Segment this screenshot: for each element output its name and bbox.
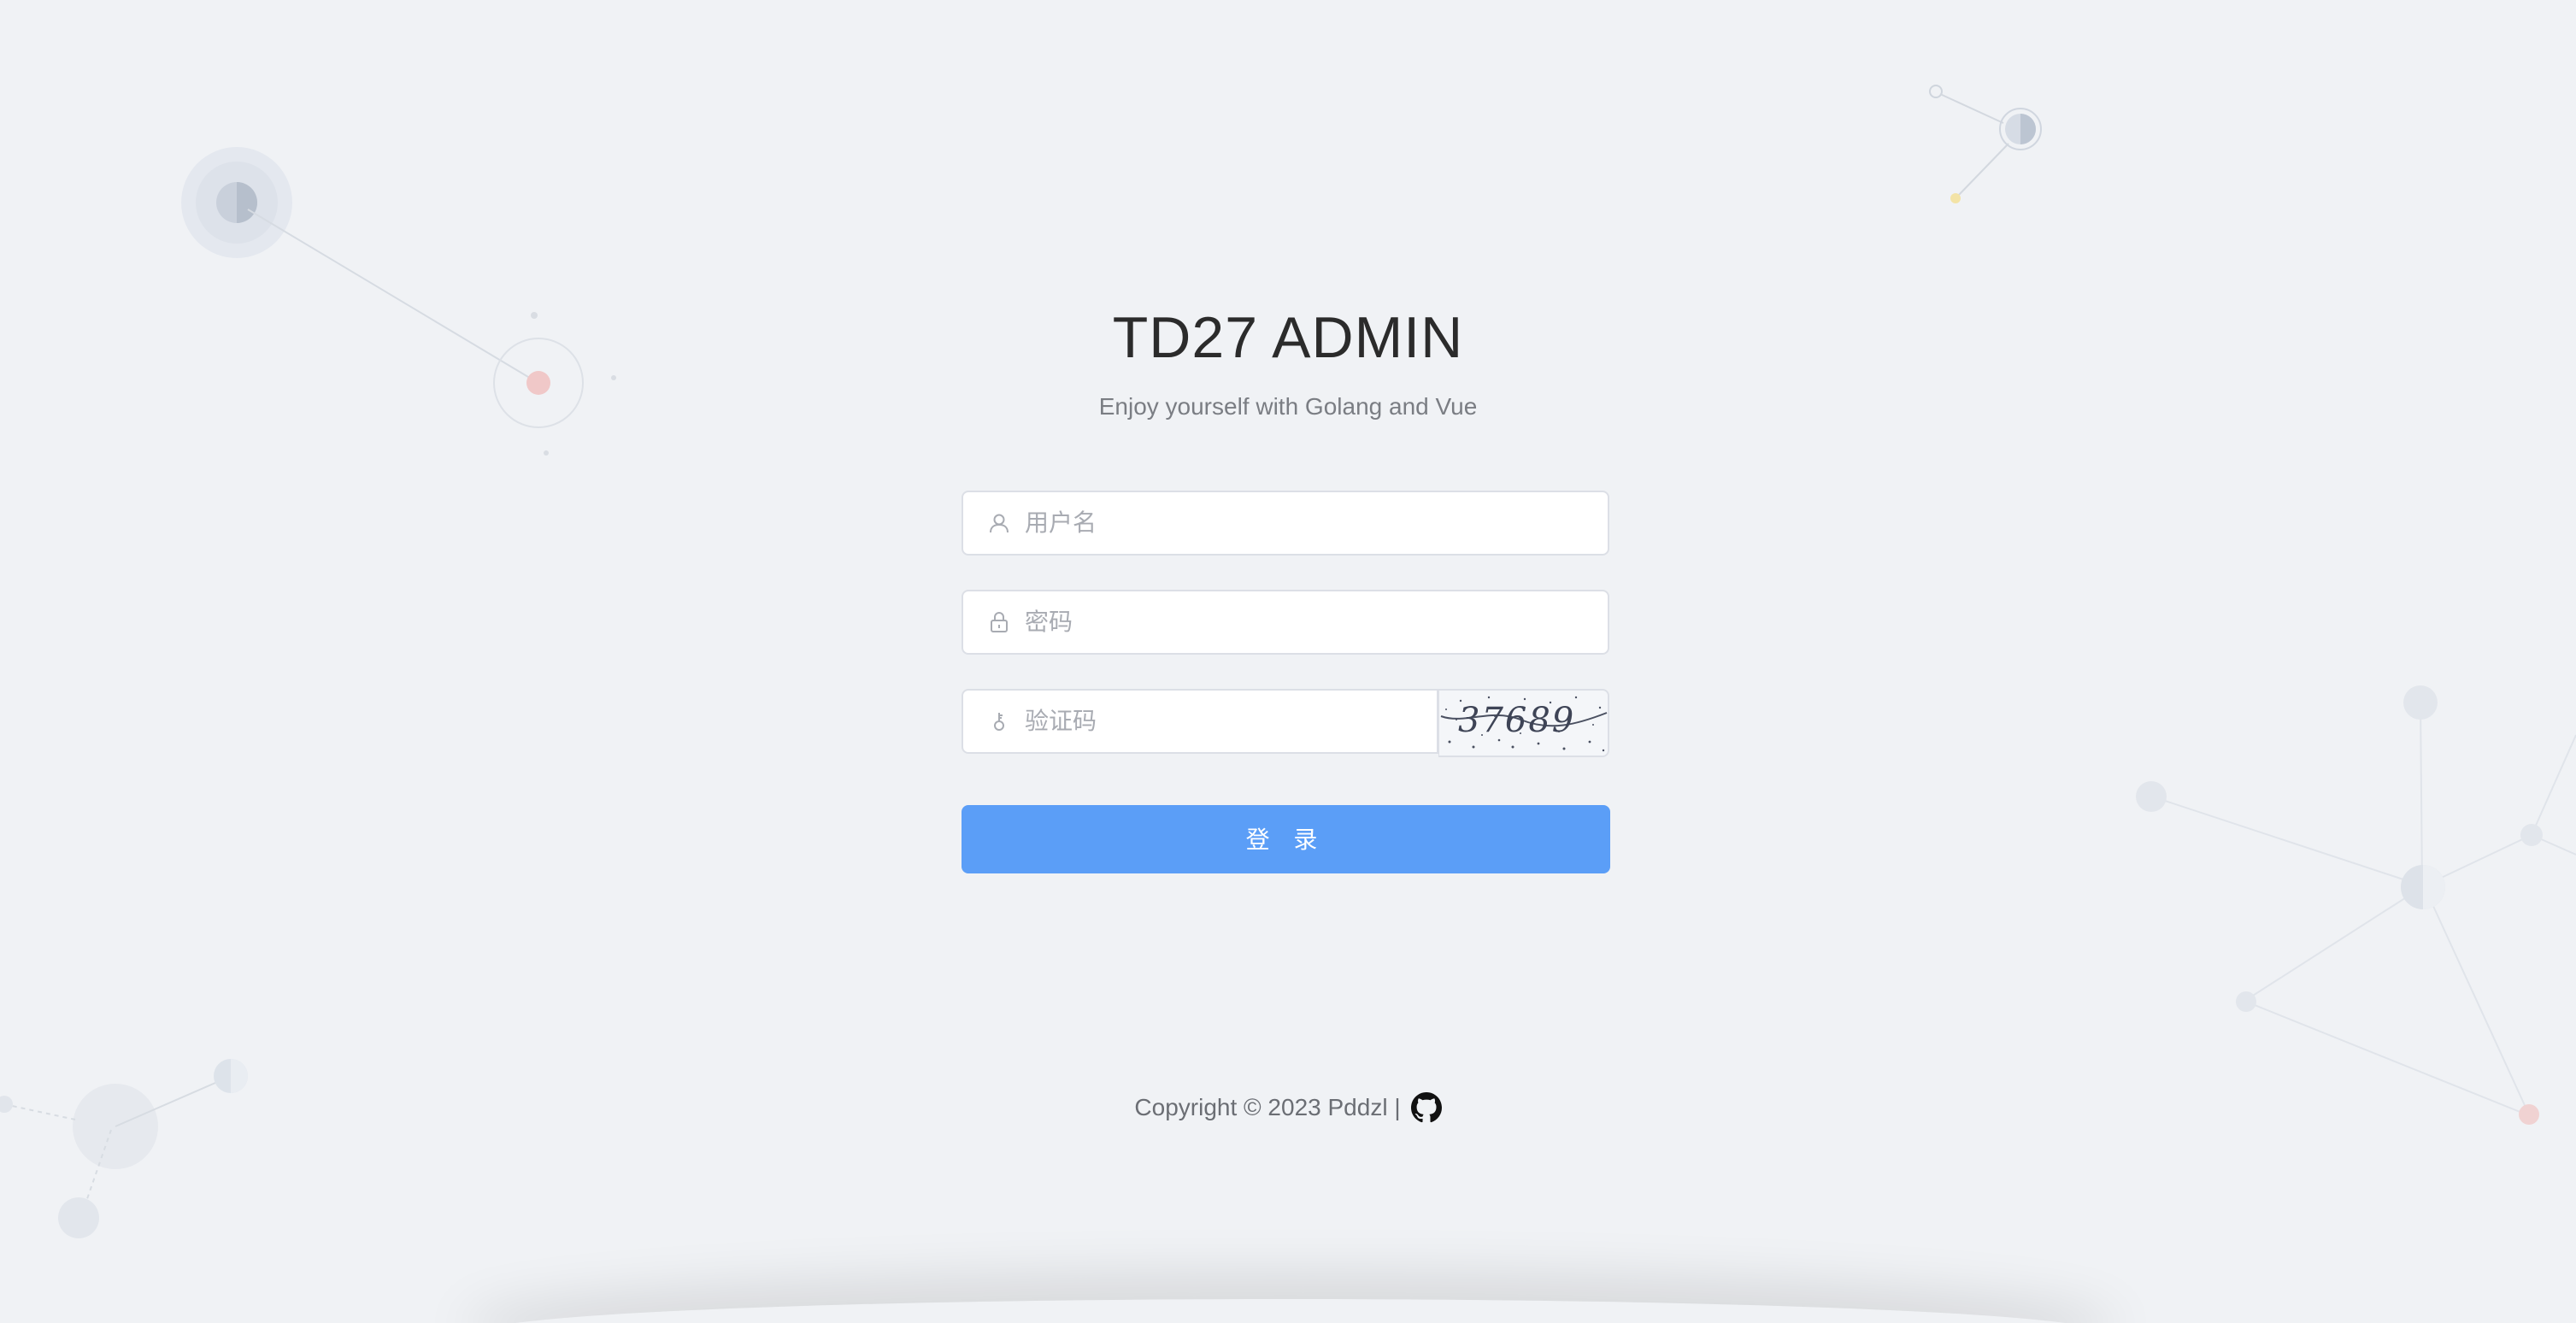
footer: Copyright © 2023 Pddzl | [0,1092,2576,1123]
password-input[interactable] [1023,591,1608,654]
molecule-bottom-left [0,1059,248,1238]
captcha-input[interactable] [1023,690,1437,753]
login-page: TD27 ADMIN Enjoy yourself with Golang an… [0,0,2576,1323]
captcha-text: 37689 [1458,701,1575,740]
app-subtitle: Enjoy yourself with Golang and Vue [1098,393,1478,420]
captcha-image[interactable]: 37689 [1438,689,1609,757]
molecule-right [2136,685,2576,1125]
molecule-top-right [1929,85,2042,203]
login-button[interactable]: 登 录 [962,805,1610,873]
password-field[interactable] [962,590,1609,655]
app-title: TD27 ADMIN [1112,305,1464,370]
key-icon [987,709,1011,733]
github-icon[interactable] [1410,1092,1442,1123]
background-decoration [0,85,2576,1238]
username-field[interactable] [962,491,1609,556]
captcha-field[interactable] [962,689,1438,754]
copyright-text: Copyright © 2023 Pddzl | [1134,1094,1401,1120]
lock-icon [987,610,1011,634]
user-icon [987,511,1011,535]
username-input[interactable] [1023,491,1608,555]
